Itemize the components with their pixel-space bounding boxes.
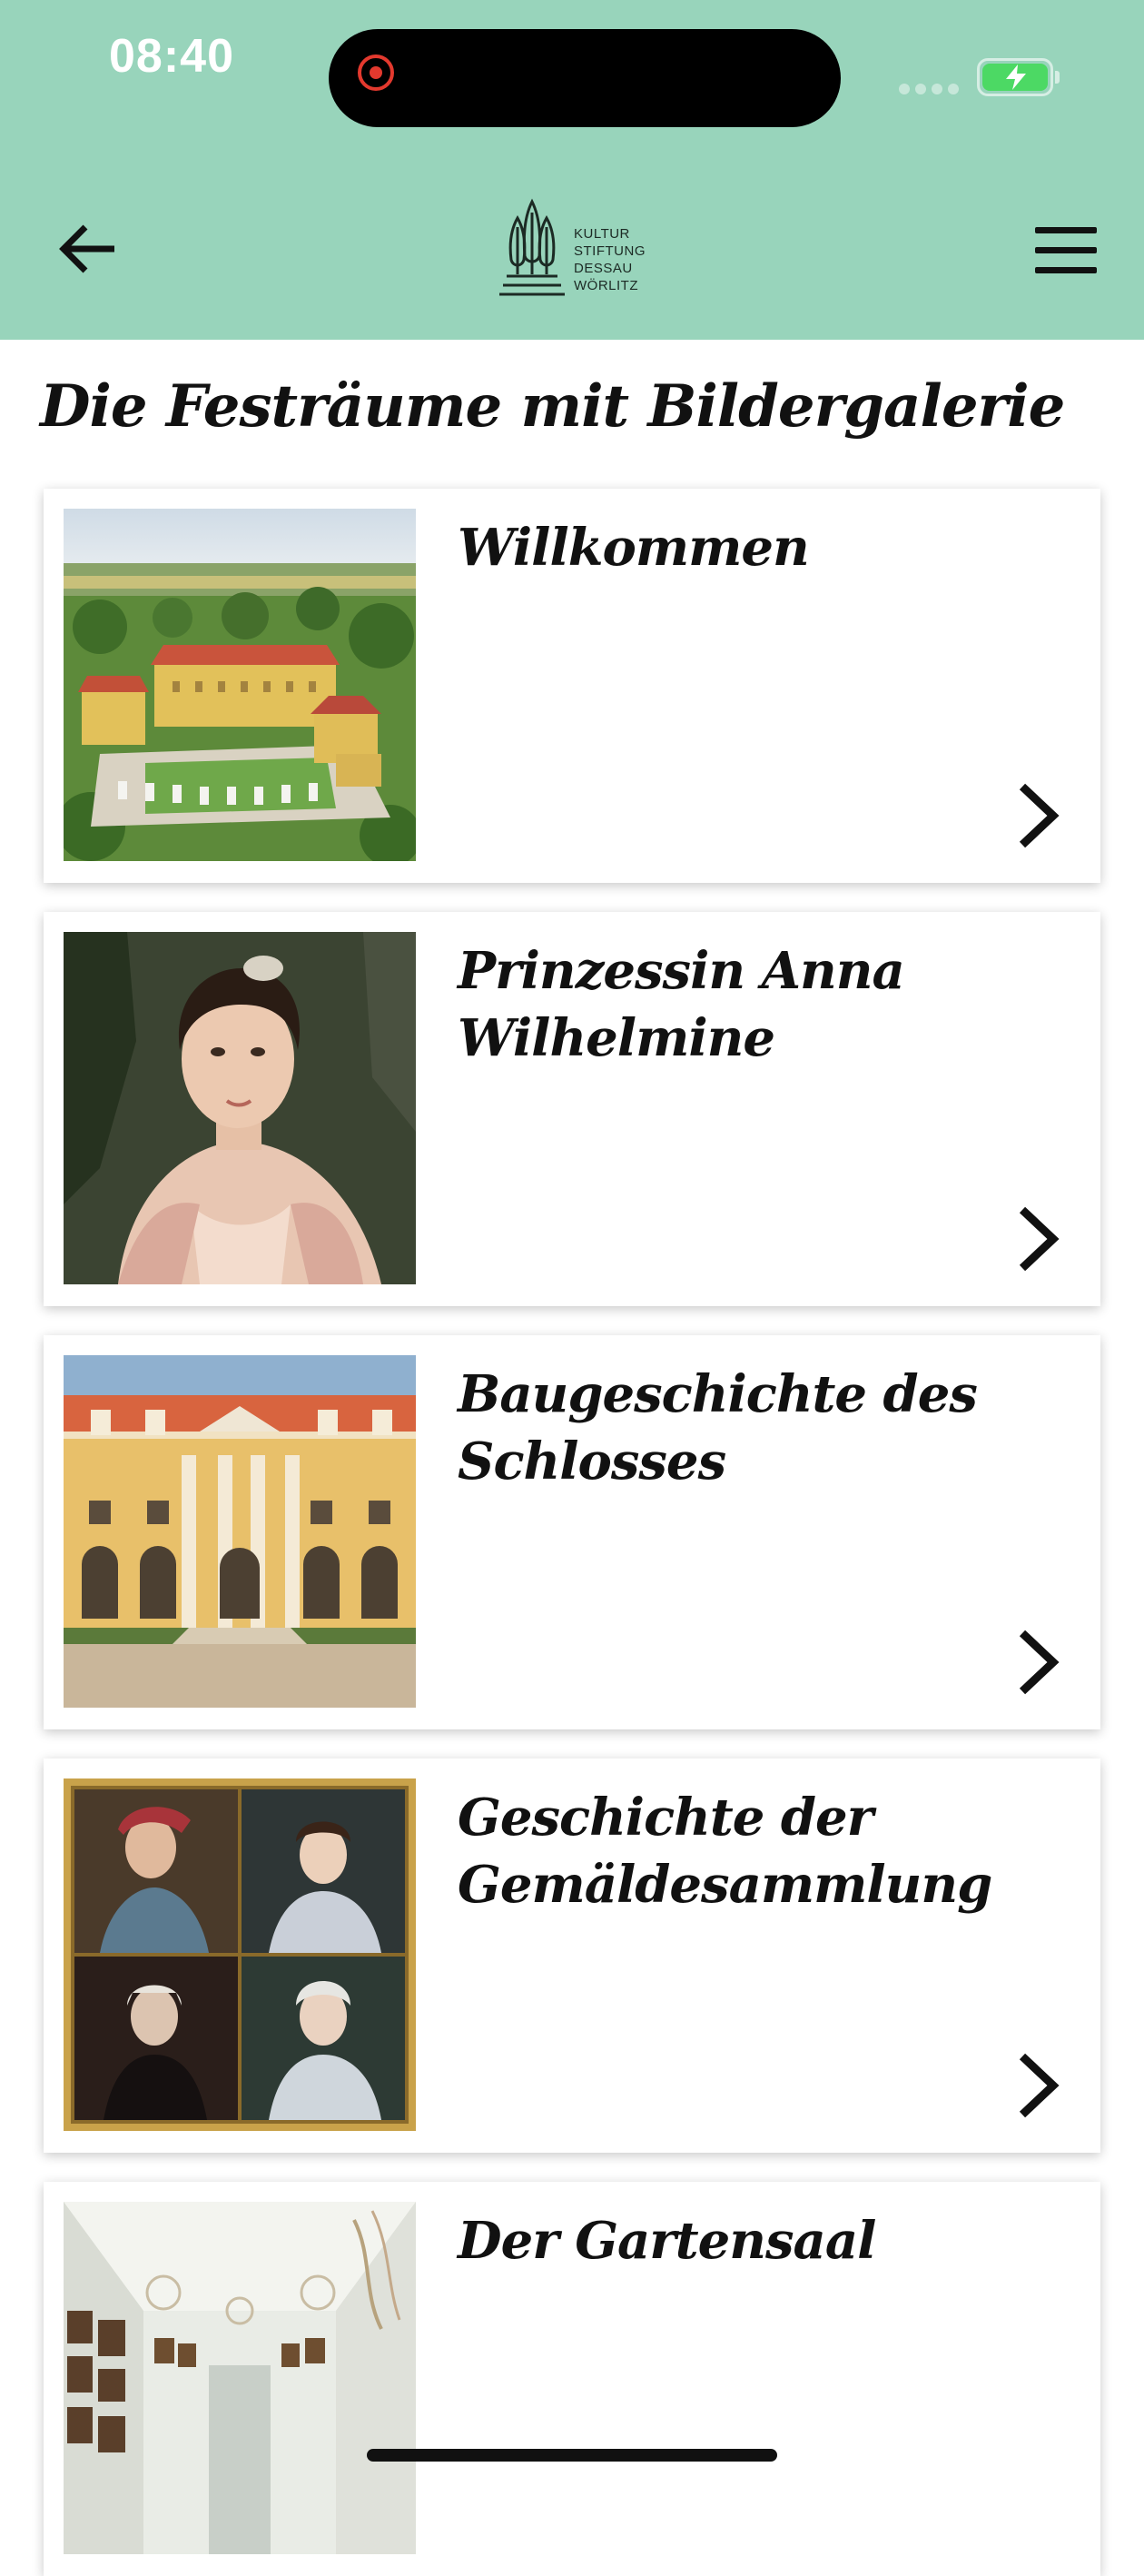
menu-button[interactable]	[1035, 227, 1100, 274]
card-title: Der Gartensaal	[458, 2211, 876, 2271]
card-baugeschichte-des-schlosses[interactable]: Baugeschichte des Schlosses	[44, 1335, 1100, 1729]
castle-aerial-image	[64, 509, 416, 861]
home-indicator[interactable]	[367, 2449, 777, 2462]
palace-facade-image	[64, 1355, 416, 1708]
screen-recording-icon	[358, 54, 394, 91]
card-title: Baugeschichte des Schlosses	[458, 1364, 978, 1491]
status-time: 08:40	[109, 30, 234, 83]
kulturstiftung-logo[interactable]: KULTUR STIFTUNG DESSAU WÖRLITZ	[498, 198, 661, 303]
card-prinzessin-anna-wilhelmine[interactable]: Prinzessin Anna Wilhelmine	[44, 912, 1100, 1306]
charging-bolt-icon	[1006, 64, 1026, 90]
logo-text: KULTUR STIFTUNG DESSAU WÖRLITZ	[574, 226, 646, 293]
signal-icon	[899, 84, 959, 94]
chevron-right-icon	[1019, 1206, 1060, 1272]
dynamic-island	[329, 29, 841, 127]
kulturstiftung-logo-icon	[499, 198, 565, 296]
card-title: Geschichte der Gemäldesammlung	[458, 1788, 992, 1915]
portrait-collage-image	[64, 1778, 416, 2131]
garden-hall-image	[64, 2202, 416, 2554]
card-willkommen[interactable]: Willkommen	[44, 489, 1100, 883]
chevron-right-icon	[1019, 1630, 1060, 1695]
card-der-gartensaal[interactable]: Der Gartensaal	[44, 2182, 1100, 2576]
battery-cap	[1055, 71, 1060, 84]
chevron-right-icon	[1019, 783, 1060, 848]
arrow-left-icon	[59, 224, 114, 273]
page-title: Die Festräume mit Bildergalerie	[40, 372, 1065, 441]
battery-icon	[977, 58, 1053, 96]
card-title: Prinzessin Anna Wilhelmine	[458, 941, 905, 1068]
card-geschichte-der-gemaeldesammlung[interactable]: Geschichte der Gemäldesammlung	[44, 1759, 1100, 2153]
chevron-right-icon	[1019, 2053, 1060, 2118]
princess-portrait-image	[64, 932, 416, 1284]
card-title: Willkommen	[458, 518, 810, 578]
app-header: 08:40 KULTUR STIFTUNG DESSAU WÖRLITZ	[0, 0, 1144, 340]
back-button[interactable]	[56, 214, 125, 283]
